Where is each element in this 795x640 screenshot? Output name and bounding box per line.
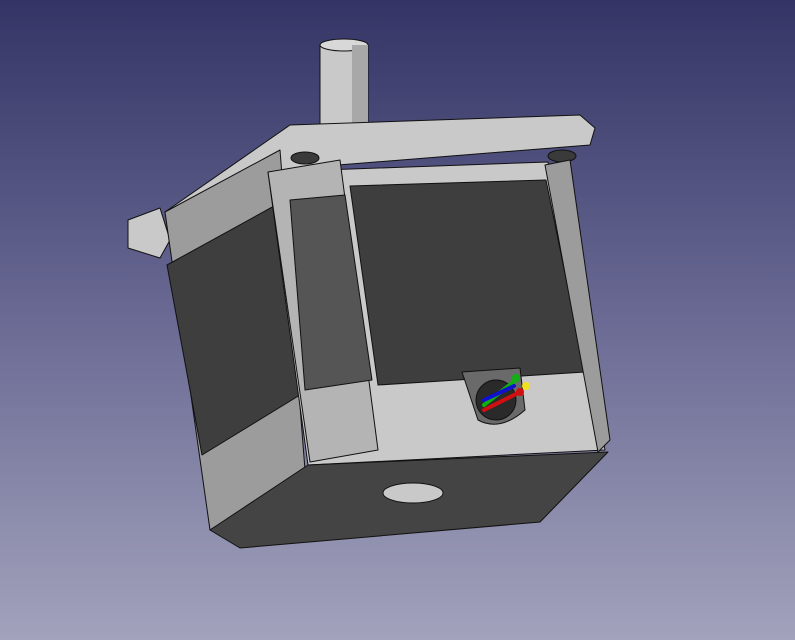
flange-left-tab bbox=[127, 207, 171, 259]
mount-hole bbox=[547, 149, 577, 163]
body-front-dark-band bbox=[349, 179, 586, 386]
bottom-bore bbox=[382, 482, 444, 504]
motor-model[interactable] bbox=[0, 0, 795, 640]
mount-hole bbox=[290, 151, 320, 165]
3d-viewport[interactable] bbox=[0, 0, 795, 640]
motor-shaft bbox=[319, 38, 369, 131]
